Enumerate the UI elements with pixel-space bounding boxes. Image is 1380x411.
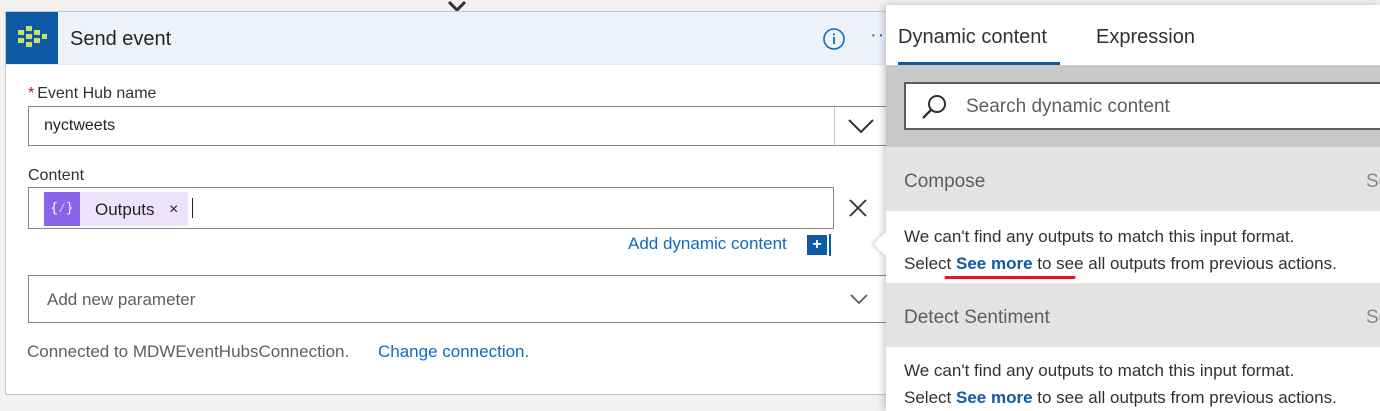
dropdown-toggle[interactable] <box>834 107 887 145</box>
select-prefix: Select <box>904 254 952 273</box>
section-title: Detect Sentiment <box>904 307 1050 328</box>
tab-dynamic-content[interactable]: Dynamic content <box>898 26 1047 49</box>
outputs-token[interactable]: {⁄} Outputs × <box>44 192 188 226</box>
content-input[interactable]: {⁄} Outputs × <box>28 187 834 229</box>
content-label: Content <box>28 167 85 184</box>
see-more-link[interactable]: See more <box>956 388 1033 407</box>
token-remove-icon[interactable]: × <box>169 201 178 219</box>
event-hubs-icon <box>6 12 58 64</box>
clear-content-button[interactable] <box>845 195 871 221</box>
chevron-down-icon <box>848 119 874 134</box>
card-header[interactable]: Send event ··· <box>6 12 904 65</box>
change-connection-link[interactable]: Change connection. <box>378 342 529 362</box>
no-outputs-message: We can't find any outputs to match this … <box>904 227 1295 246</box>
search-dynamic-content-input[interactable] <box>964 92 1368 122</box>
section-header-detect-sentiment[interactable]: Detect Sentiment Se <box>886 283 1380 347</box>
token-label: Outputs <box>95 200 155 219</box>
annotation-red-underline <box>944 276 1076 279</box>
see-more-suffix: to see all outputs from previous actions… <box>1037 254 1337 273</box>
card-title[interactable]: Send event <box>70 28 171 51</box>
section-see-more-toggle[interactable]: Se <box>1366 171 1380 193</box>
event-hub-name-dropdown[interactable]: nyctweets <box>28 106 888 146</box>
add-new-parameter-placeholder: Add new parameter <box>47 290 196 309</box>
section-header-compose[interactable]: Compose Se <box>886 147 1380 211</box>
tab-expression[interactable]: Expression <box>1096 26 1195 49</box>
connection-status-text: Connected to MDWEventHubsConnection. <box>27 342 350 361</box>
see-more-line: Select See more to see all outputs from … <box>904 384 1337 411</box>
expression-token-icon: {⁄} <box>44 192 80 226</box>
event-hub-name-value: nyctweets <box>44 117 116 134</box>
see-more-suffix: to see all outputs from previous actions… <box>1037 388 1337 407</box>
add-new-parameter-dropdown[interactable]: Add new parameter <box>28 275 888 323</box>
see-more-link[interactable]: See more <box>956 254 1033 273</box>
no-outputs-message: We can't find any outputs to match this … <box>904 361 1295 380</box>
add-dynamic-content-link[interactable]: Add dynamic content <box>628 234 787 254</box>
section-message-detect-sentiment: We can't find any outputs to match this … <box>904 357 1337 411</box>
info-icon[interactable] <box>822 27 846 51</box>
event-hub-name-label-text: Event Hub name <box>37 85 157 102</box>
select-prefix: Select <box>904 388 952 407</box>
required-indicator: * <box>28 85 35 102</box>
section-title: Compose <box>904 171 986 192</box>
add-dynamic-content-divider <box>829 234 831 256</box>
dynamic-content-panel: Dynamic content Expression Compose Se We… <box>873 5 1380 411</box>
search-icon <box>922 95 946 119</box>
search-box[interactable] <box>904 82 1380 130</box>
see-more-line: Select See more to see all outputs from … <box>904 250 1337 277</box>
section-see-more-toggle[interactable]: Se <box>1366 307 1380 329</box>
add-dynamic-content-plus-icon[interactable]: + <box>807 235 827 255</box>
panel-tab-bar: Dynamic content Expression <box>886 5 1380 65</box>
section-message-compose: We can't find any outputs to match this … <box>904 223 1337 277</box>
event-hub-name-label: * Event Hub name <box>28 85 156 103</box>
text-caret <box>192 198 193 218</box>
chevron-down-icon <box>850 294 868 305</box>
search-area <box>886 65 1380 147</box>
send-event-action-card: Send event ··· * Event Hub name nyctweets… <box>5 11 905 395</box>
